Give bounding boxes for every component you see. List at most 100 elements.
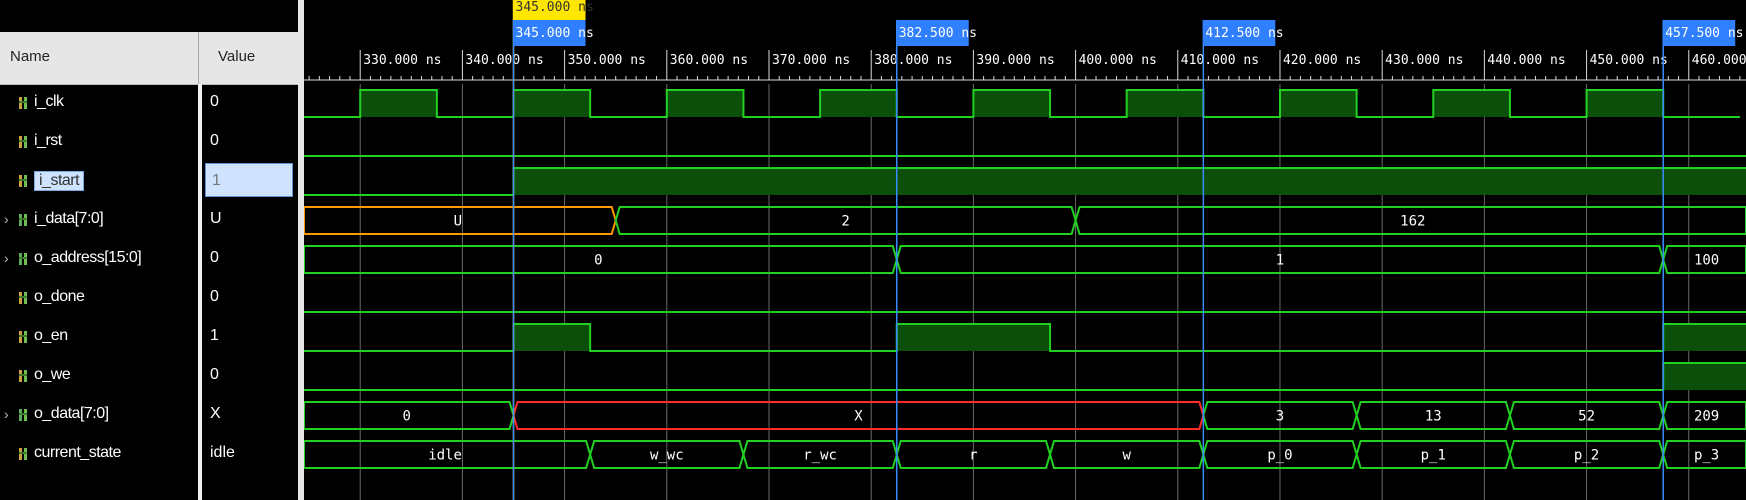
ruler-tick-label: 380.000 ns: [874, 53, 952, 68]
ruler-tick-label: 420.000 ns: [1283, 53, 1361, 68]
bus-value-label: w_wc: [650, 448, 684, 464]
bus-signal-icon: [19, 253, 27, 265]
signal-name: o_data[7:0]: [34, 405, 109, 422]
high-level-fill: [896, 324, 1051, 351]
signal-value: 0: [210, 93, 219, 110]
signal-row[interactable]: i_rst 0: [0, 123, 298, 162]
signal-row[interactable]: o_we 0: [0, 357, 298, 396]
bus-value-label: X: [854, 409, 863, 425]
ruler-tick-label: 450.000 ns: [1590, 53, 1668, 68]
signal-value: 1: [210, 327, 219, 344]
waveform-pane[interactable]: 330.000 ns 340.000 ns 350.000 ns 360.000 ns…: [304, 0, 1746, 500]
ruler-tick-label: 440.000 ns: [1487, 53, 1565, 68]
enum-signal-icon: [19, 448, 27, 460]
expand-chevron-icon[interactable]: ›: [4, 211, 14, 227]
signal-row[interactable]: o_done 0: [0, 279, 298, 318]
signal-name: i_clk: [34, 93, 64, 110]
signal-name: o_done: [34, 288, 85, 305]
column-header: Name Value: [0, 32, 298, 85]
high-level-fill: [513, 324, 591, 351]
ruler-tick-label: 330.000 ns: [363, 53, 441, 68]
bus-value-label: p_1: [1421, 448, 1446, 464]
signal-name: o_en: [34, 327, 68, 344]
marker-label: 457.500 ns: [1665, 26, 1743, 41]
bus-value-label: idle: [428, 448, 462, 464]
ruler-tick-label: 410.000 ns: [1181, 53, 1259, 68]
ruler-tick-label: 360.000 ns: [670, 53, 748, 68]
high-level-fill: [973, 90, 1051, 117]
signal-name: i_rst: [34, 132, 62, 149]
signal-row[interactable]: current_state idle: [0, 435, 298, 474]
signal-name: o_address[15:0]: [34, 249, 142, 266]
signal-value: X: [210, 405, 221, 422]
signal-row[interactable]: › o_data[7:0] X: [0, 396, 298, 435]
expand-chevron-icon[interactable]: ›: [4, 250, 14, 266]
name-column-header[interactable]: Name: [10, 48, 50, 65]
ruler-tick-label: 460.000 ns: [1692, 53, 1746, 68]
main-cursor-label: 345.000 ns: [516, 0, 594, 15]
expand-chevron-icon[interactable]: ›: [4, 406, 14, 422]
bit-signal-icon: [19, 136, 27, 148]
bit-signal-icon: [19, 331, 27, 343]
bit-waveform: [304, 362, 1746, 391]
high-level-fill: [1663, 324, 1746, 351]
bus-value-label: 209: [1694, 409, 1719, 425]
signal-value: 0: [210, 288, 219, 305]
bus-value-label: w: [1122, 448, 1131, 464]
high-level-fill: [1126, 90, 1204, 117]
bus-value-label: 162: [1400, 214, 1425, 230]
signal-value: 0: [210, 366, 219, 383]
signal-name: o_we: [34, 366, 71, 383]
signal-row[interactable]: i_start 1: [0, 162, 298, 201]
marker-label: 382.500 ns: [899, 26, 977, 41]
bus-value-label: p_2: [1574, 448, 1599, 464]
high-level-fill: [666, 90, 744, 117]
column-divider[interactable]: [198, 32, 199, 84]
ruler-tick-label: 350.000 ns: [568, 53, 646, 68]
signal-value: 0: [210, 249, 219, 266]
bus-signal-icon: [19, 214, 27, 226]
signal-value: idle: [210, 444, 235, 461]
bus-value-label: p_0: [1267, 448, 1292, 464]
ruler-tick-label: 340.000 ns: [465, 53, 543, 68]
high-level-fill: [360, 90, 437, 117]
signal-row[interactable]: › o_address[15:0] 0: [0, 240, 298, 279]
high-level-fill: [513, 168, 1746, 195]
bus-value-label: r_wc: [803, 448, 837, 464]
bit-signal-icon: [19, 97, 27, 109]
signal-value-selected[interactable]: 1: [205, 163, 293, 197]
signal-row[interactable]: o_en 1: [0, 318, 298, 357]
signal-row[interactable]: i_clk 0: [0, 84, 298, 123]
high-level-fill: [1279, 90, 1357, 117]
high-level-fill: [1433, 90, 1510, 117]
bus-value-label: 52: [1578, 409, 1595, 425]
signal-value: U: [210, 210, 222, 227]
bus-value-label: 2: [841, 214, 849, 230]
ruler-tick-label: 390.000 ns: [976, 53, 1054, 68]
bit-signal-icon: [19, 370, 27, 382]
high-level-fill: [820, 90, 897, 117]
signal-name: i_data[7:0]: [34, 210, 104, 227]
marker-label: 345.000 ns: [516, 26, 594, 41]
bus-value-label: 0: [594, 253, 602, 269]
value-column-header[interactable]: Value: [218, 48, 255, 65]
bus-value-label: p_3: [1694, 448, 1719, 464]
bus-value-label: 100: [1694, 253, 1719, 269]
bit-signal-icon: [19, 292, 27, 304]
ruler-tick-label: 430.000 ns: [1385, 53, 1463, 68]
high-level-fill: [1663, 363, 1746, 390]
bus-value-label: 13: [1425, 409, 1442, 425]
signal-value: 0: [210, 132, 219, 149]
bit-signal-icon: [19, 175, 27, 187]
bus-value-label: r: [969, 448, 977, 464]
ruler-tick-label: 370.000 ns: [772, 53, 850, 68]
bus-value-label: U: [454, 214, 462, 230]
high-level-fill: [513, 90, 591, 117]
bus-value-label: 0: [403, 409, 411, 425]
signal-name-pane: Name Value i_clk 0 i_rst 0 i_start 1 › i_dat…: [0, 0, 298, 500]
signal-name: i_start: [34, 171, 85, 191]
signal-row[interactable]: › i_data[7:0] U: [0, 201, 298, 240]
bus-value-label: 3: [1276, 409, 1284, 425]
bus-signal-icon: [19, 409, 27, 421]
bus-value-label: 1: [1276, 253, 1284, 269]
